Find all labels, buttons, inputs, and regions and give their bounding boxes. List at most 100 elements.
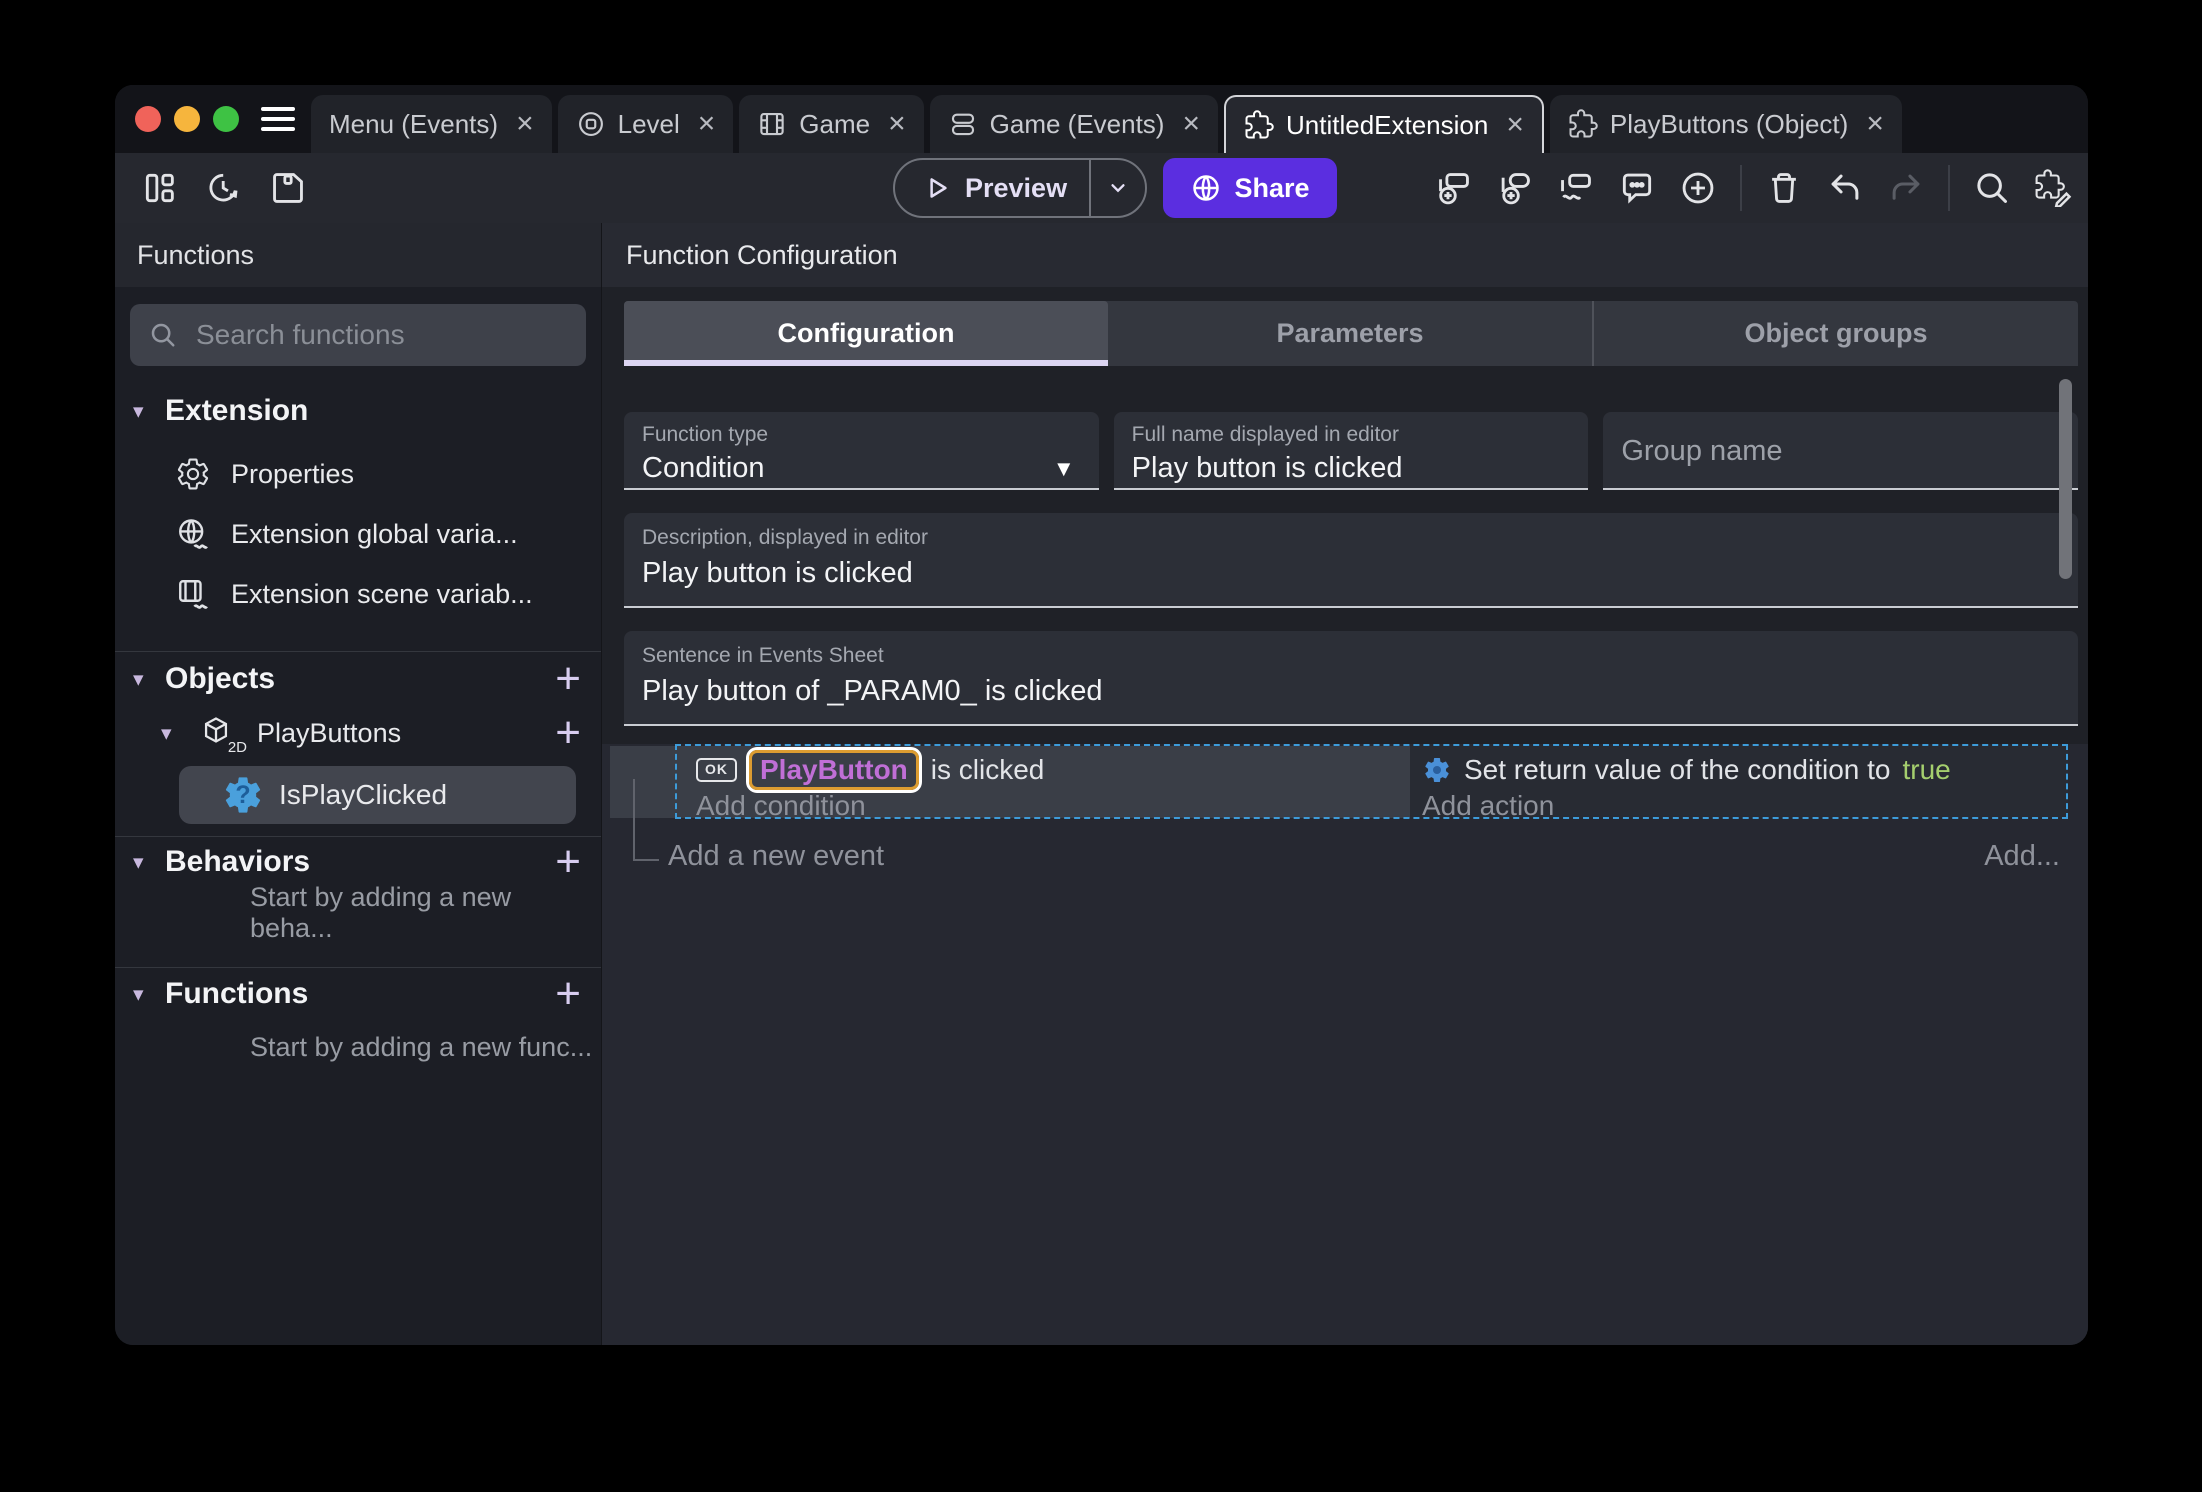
- share-button[interactable]: Share: [1163, 158, 1337, 218]
- tab-untitled-extension[interactable]: UntitledExtension ×: [1224, 95, 1544, 153]
- preview-options-button[interactable]: [1091, 160, 1145, 216]
- tab-configuration[interactable]: Configuration: [624, 301, 1108, 366]
- tab-menu-events[interactable]: Menu (Events) ×: [311, 95, 552, 153]
- description-field[interactable]: Description, displayed in editor: [624, 513, 2078, 608]
- event-conditions-cell[interactable]: OK PlayButton is clicked Add condition: [610, 746, 1410, 821]
- section-label: Objects: [165, 662, 276, 695]
- undo-icon[interactable]: [1826, 169, 1864, 207]
- add-event-icon[interactable]: [1435, 169, 1473, 207]
- add-condition-link[interactable]: Add condition: [696, 790, 1410, 822]
- sidebar-section-extension[interactable]: ▾ Extension: [115, 384, 601, 438]
- sidebar-item-properties[interactable]: Properties: [115, 444, 601, 504]
- search-functions-box[interactable]: [130, 304, 586, 366]
- caret-down-icon[interactable]: ▾: [133, 401, 157, 422]
- trash-icon[interactable]: [1765, 169, 1803, 207]
- choose-event-icon[interactable]: [1679, 169, 1717, 207]
- return-gear-icon: [1422, 755, 1452, 785]
- add-link-event-icon[interactable]: [1557, 169, 1595, 207]
- close-tab-icon[interactable]: ×: [1866, 109, 1884, 139]
- main-menu-icon[interactable]: [261, 107, 295, 131]
- full-name-field[interactable]: Full name displayed in editor: [1113, 412, 1589, 490]
- caret-down-icon[interactable]: ▾: [133, 852, 157, 873]
- function-type-value[interactable]: Condition: [642, 452, 1045, 485]
- events-sheet: OK PlayButton is clicked Add condition S…: [602, 744, 2088, 1345]
- tab-label: Configuration: [777, 318, 955, 348]
- event-actions-cell[interactable]: Set return value of the condition to tru…: [1410, 746, 2068, 821]
- search-icon[interactable]: [1973, 169, 2011, 207]
- project-manager-icon[interactable]: [141, 169, 179, 207]
- add-function-to-object-button[interactable]: +: [555, 711, 581, 755]
- dropdown-arrow-icon[interactable]: ▼: [1053, 456, 1075, 482]
- close-tab-icon[interactable]: ×: [888, 109, 906, 139]
- sidebar-section-functions[interactable]: ▾ Functions +: [115, 969, 601, 1019]
- save-icon[interactable]: [269, 169, 307, 207]
- caret-down-icon[interactable]: ▾: [133, 984, 157, 1005]
- group-name-input[interactable]: [1621, 435, 2061, 468]
- field-label: Description, displayed in editor: [642, 526, 928, 549]
- question-glyph: ?: [235, 780, 251, 809]
- add-behavior-button[interactable]: +: [555, 840, 581, 884]
- caret-down-icon[interactable]: ▾: [133, 669, 157, 690]
- empty-hint-label: Start by adding a new beha...: [250, 882, 512, 943]
- item-label: PlayButtons: [257, 717, 402, 748]
- gear-icon: [175, 456, 211, 492]
- sidebar-item-extension-global-variables[interactable]: Extension global varia...: [115, 504, 601, 564]
- description-input[interactable]: [642, 557, 2060, 590]
- sidebar-item-extension-scene-variables[interactable]: Extension scene variab...: [115, 564, 601, 624]
- vertical-scrollbar[interactable]: [2059, 379, 2072, 579]
- tab-game[interactable]: Game ×: [739, 95, 924, 153]
- sidebar-item-playbuttons[interactable]: ▾ 2D PlayButtons +: [115, 704, 601, 762]
- close-tab-icon[interactable]: ×: [1506, 110, 1524, 140]
- close-window-button[interactable]: [135, 106, 161, 132]
- section-label: Extension: [165, 394, 309, 427]
- edit-extension-icon[interactable]: [2034, 169, 2072, 207]
- sidebar-item-isplayclicked-selected[interactable]: ? IsPlayClicked: [179, 766, 576, 824]
- add-event-row: Add a new event Add...: [668, 840, 2060, 873]
- add-action-link[interactable]: Add action: [1422, 790, 2068, 822]
- condition-object-name[interactable]: PlayButton: [749, 750, 919, 790]
- sidebar-divider: [115, 836, 601, 837]
- section-label: Functions: [165, 977, 309, 1010]
- tab-playbuttons-object[interactable]: PlayButtons (Object) ×: [1549, 95, 1902, 153]
- tab-label: PlayButtons (Object): [1609, 108, 1849, 139]
- close-tab-icon[interactable]: ×: [698, 109, 716, 139]
- sentence-field[interactable]: Sentence in Events Sheet: [624, 631, 2078, 726]
- item-label: IsPlayClicked: [279, 779, 448, 810]
- tab-level[interactable]: Level ×: [557, 95, 734, 153]
- app-body: Functions ▾ Extension Properties: [115, 223, 2088, 1345]
- action-value-true[interactable]: true: [1903, 754, 1951, 786]
- close-tab-icon[interactable]: ×: [516, 109, 534, 139]
- sidebar-divider: [115, 967, 601, 968]
- add-comment-icon[interactable]: [1618, 169, 1656, 207]
- add-subevent-icon[interactable]: [1496, 169, 1534, 207]
- panel-title: Function Configuration: [626, 239, 898, 270]
- globe-icon: [1193, 175, 1220, 201]
- object-2d-icon: 2D: [199, 714, 247, 756]
- tab-object-groups[interactable]: Object groups: [1594, 301, 2078, 366]
- add-new-event-link[interactable]: Add a new event: [668, 840, 884, 873]
- add-object-button[interactable]: +: [555, 657, 581, 701]
- tab-parameters[interactable]: Parameters: [1108, 301, 1594, 366]
- event-row[interactable]: OK PlayButton is clicked Add condition S…: [610, 746, 2068, 821]
- sentence-input[interactable]: [642, 675, 2060, 708]
- full-name-input[interactable]: [1131, 452, 1571, 485]
- function-type-field[interactable]: Function type Condition ▼: [624, 412, 1099, 490]
- history-icon[interactable]: [205, 169, 243, 207]
- minimize-window-button[interactable]: [174, 106, 200, 132]
- search-icon: [151, 323, 175, 347]
- close-tab-icon[interactable]: ×: [1182, 109, 1200, 139]
- preview-button[interactable]: Preview: [895, 160, 1089, 216]
- sidebar-section-objects[interactable]: ▾ Objects +: [115, 654, 601, 704]
- scene-icon: [578, 112, 603, 136]
- events-sheet-icon: [951, 113, 974, 136]
- add-free-function-button[interactable]: +: [555, 972, 581, 1016]
- search-functions-input[interactable]: [194, 318, 568, 352]
- redo-icon[interactable]: [1887, 169, 1925, 207]
- panel-header: Function Configuration: [602, 223, 2088, 287]
- tab-game-events[interactable]: Game (Events) ×: [929, 95, 1218, 153]
- sidebar-section-behaviors[interactable]: ▾ Behaviors +: [115, 839, 601, 885]
- group-name-field[interactable]: [1603, 412, 2079, 490]
- maximize-window-button[interactable]: [213, 106, 239, 132]
- add-more-button[interactable]: Add...: [1984, 840, 2060, 873]
- caret-down-icon[interactable]: ▾: [161, 723, 185, 744]
